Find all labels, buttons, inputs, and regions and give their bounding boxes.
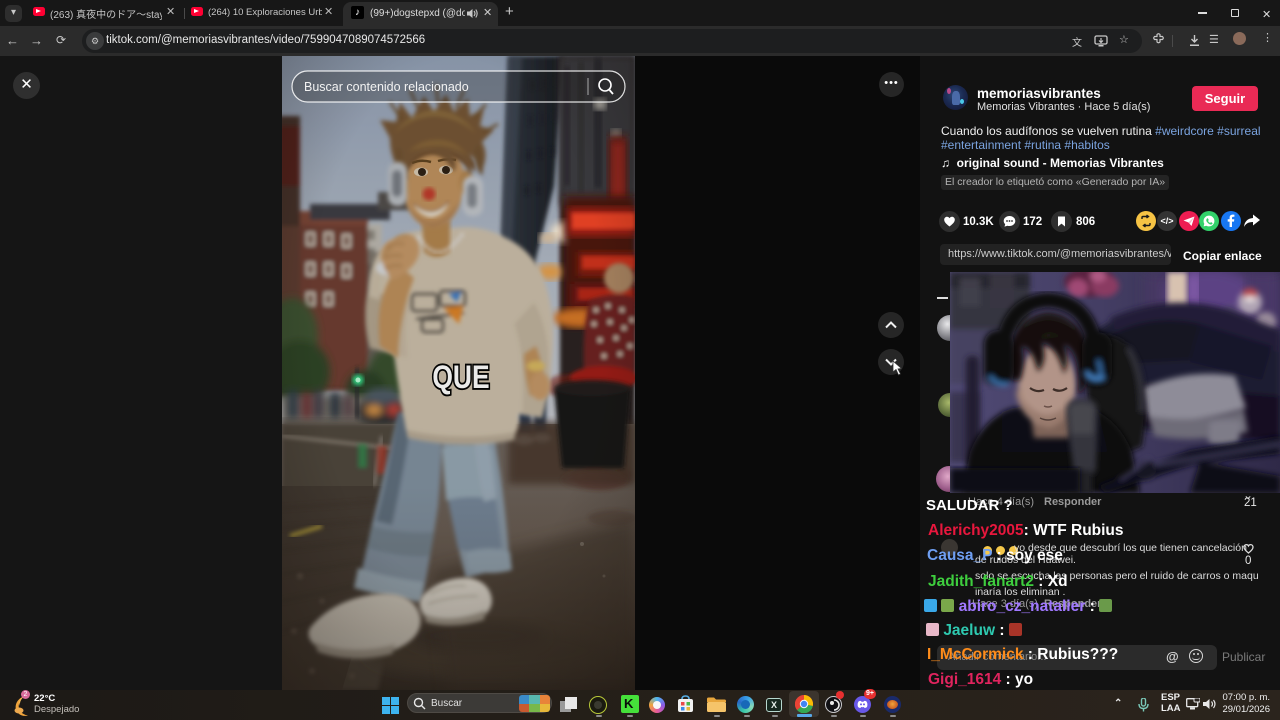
svg-text:Buscar contenido relacionado: Buscar contenido relacionado	[304, 80, 469, 94]
